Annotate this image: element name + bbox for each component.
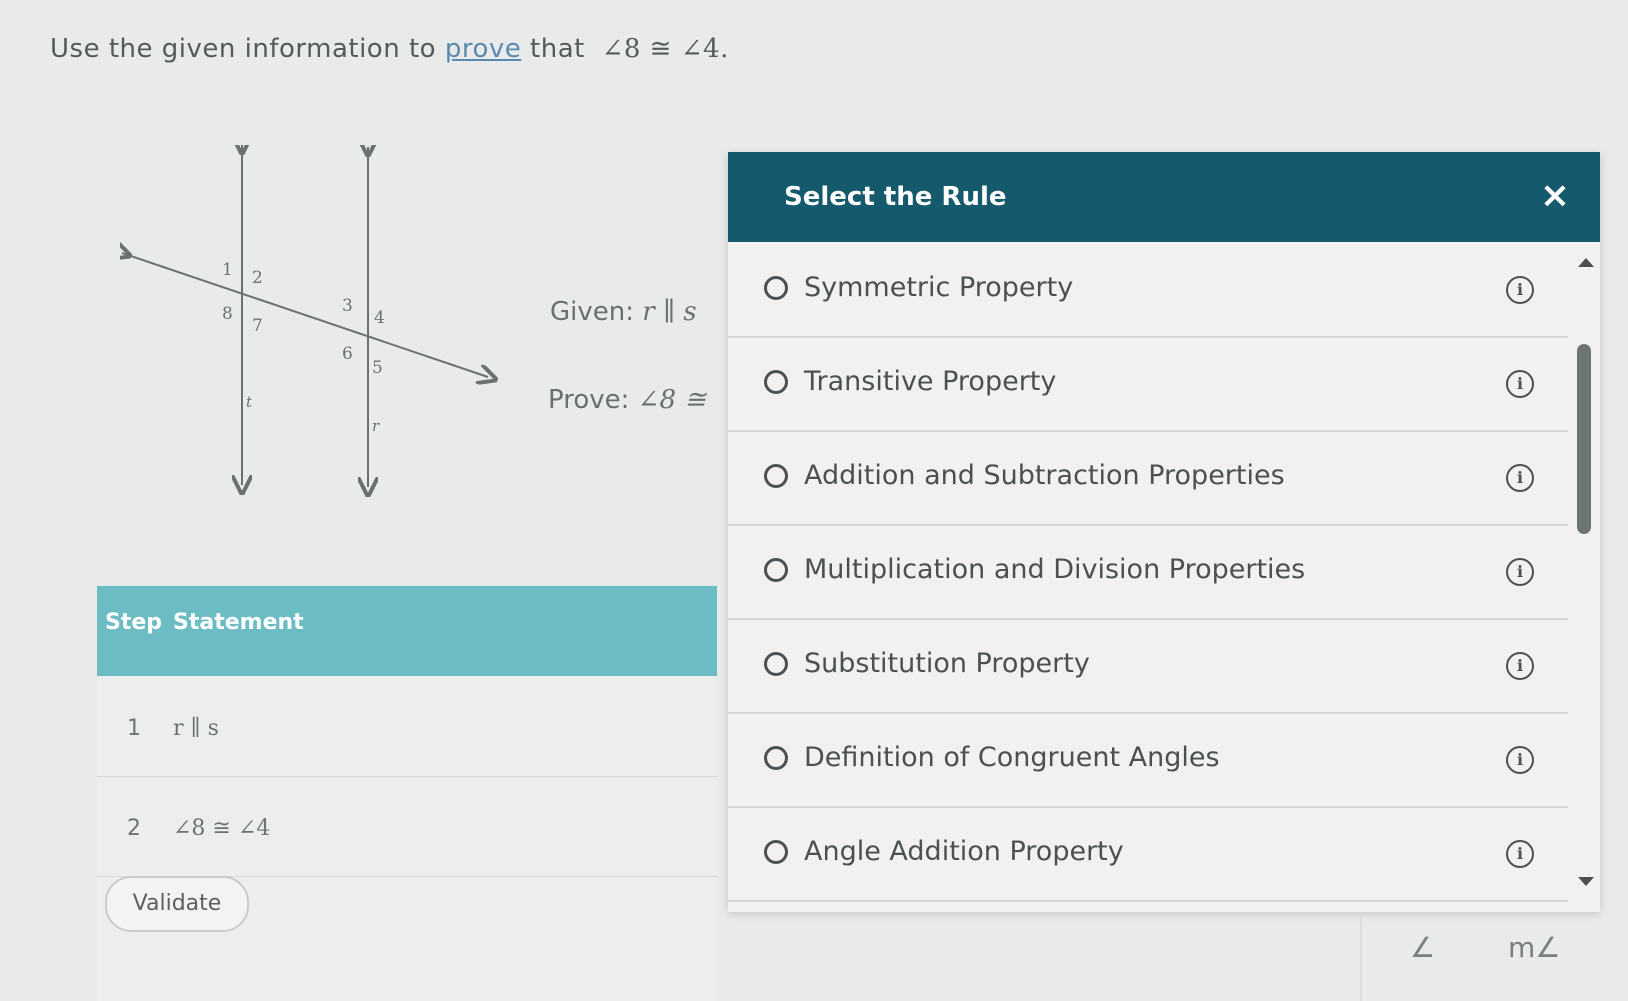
rule-option-label: Substitution Property: [804, 648, 1090, 679]
info-icon[interactable]: i: [1506, 276, 1534, 304]
dialog-header: Select the Rule ×: [728, 152, 1600, 242]
table-row[interactable]: 1 r ∥ s: [97, 676, 717, 777]
validate-button[interactable]: Validate: [105, 876, 249, 932]
angle-label-2: 2: [252, 268, 263, 288]
radio-button[interactable]: [764, 840, 788, 864]
given-label: Given:: [550, 297, 634, 327]
radio-button[interactable]: [764, 276, 788, 300]
rule-option[interactable]: Symmetric Property i: [728, 244, 1568, 338]
radio-button[interactable]: [764, 464, 788, 488]
prompt-middle: that: [530, 34, 585, 64]
prompt-math: ∠8 ≅ ∠4.: [601, 34, 729, 64]
rule-option-label: Transitive Property: [804, 366, 1057, 397]
angle-symbol-button[interactable]: ∠: [1410, 931, 1435, 964]
rule-option[interactable]: Addition and Subtraction Properties i: [728, 432, 1568, 526]
angle-label-1: 1: [222, 260, 233, 280]
dialog-title: Select the Rule: [784, 182, 1007, 212]
angle-label-5: 5: [372, 358, 383, 378]
angle-label-4: 4: [374, 308, 385, 328]
info-icon[interactable]: i: [1506, 464, 1534, 492]
given-math: r ∥ s: [642, 297, 697, 327]
rule-option[interactable]: Definition of Congruent Angles i: [728, 714, 1568, 808]
rule-option[interactable]: Transitive Property i: [728, 338, 1568, 432]
prove-link[interactable]: prove: [445, 34, 521, 64]
scroll-thumb[interactable]: [1577, 344, 1591, 534]
step-number: 2: [127, 816, 141, 841]
info-icon[interactable]: i: [1506, 652, 1534, 680]
column-step: Step: [105, 610, 163, 635]
given-statement: Given: r ∥ s: [550, 297, 697, 327]
angle-label-7: 7: [252, 316, 263, 336]
radio-button[interactable]: [764, 652, 788, 676]
rule-option-label: Addition and Subtraction Properties: [804, 460, 1285, 491]
angle-label-3: 3: [342, 296, 353, 316]
rule-option-label: Symmetric Property: [804, 272, 1074, 303]
scroll-up-icon[interactable]: [1578, 258, 1594, 267]
info-icon[interactable]: i: [1506, 746, 1534, 774]
info-icon[interactable]: i: [1506, 558, 1534, 586]
scrollbar[interactable]: [1574, 252, 1594, 892]
rule-option[interactable]: Substitution Property i: [728, 620, 1568, 714]
proof-table-header: Step Statement: [97, 586, 717, 676]
transversal: [122, 253, 488, 377]
rule-options-list: Symmetric Property i Transitive Property…: [728, 244, 1568, 902]
toolbar-divider: [1360, 915, 1362, 1001]
rule-option[interactable]: Multiplication and Division Properties i: [728, 526, 1568, 620]
info-icon[interactable]: i: [1506, 370, 1534, 398]
rule-option-label: Angle Addition Property: [804, 836, 1124, 867]
prompt-prefix: Use the given information to: [50, 34, 437, 64]
line-label-r: r: [372, 417, 380, 435]
step-number: 1: [127, 716, 141, 741]
step-statement: r ∥ s: [173, 716, 219, 741]
radio-button[interactable]: [764, 370, 788, 394]
info-icon[interactable]: i: [1506, 840, 1534, 868]
radio-button[interactable]: [764, 558, 788, 582]
symbol-toolbar: ∠ m∠: [1320, 915, 1620, 1001]
prove-math: ∠8 ≅: [637, 385, 707, 415]
rule-option-label: Definition of Congruent Angles: [804, 742, 1220, 773]
proof-table: Step Statement 1 r ∥ s 2 ∠8 ≅ ∠4: [97, 586, 717, 1001]
radio-button[interactable]: [764, 746, 788, 770]
problem-prompt: Use the given information to prove that …: [50, 34, 729, 64]
prove-statement: Prove: ∠8 ≅: [548, 385, 706, 415]
table-row[interactable]: 2 ∠8 ≅ ∠4: [97, 776, 717, 877]
parallel-lines-figure: 1 2 3 4 5 6 7 8 t r: [120, 145, 510, 515]
angle-label-6: 6: [342, 344, 353, 364]
select-rule-dialog: Select the Rule × Symmetric Property i T…: [728, 152, 1600, 912]
angle-label-8: 8: [222, 304, 233, 324]
rule-option-label: Multiplication and Division Properties: [804, 554, 1306, 585]
step-statement: ∠8 ≅ ∠4: [173, 816, 271, 841]
scroll-down-icon[interactable]: [1578, 877, 1594, 886]
close-icon[interactable]: ×: [1540, 178, 1570, 214]
rule-option[interactable]: Angle Addition Property i: [728, 808, 1568, 902]
prove-label: Prove:: [548, 385, 630, 415]
measure-angle-button[interactable]: m∠: [1508, 931, 1560, 964]
line-label-t: t: [246, 393, 253, 411]
column-statement: Statement: [173, 610, 304, 635]
